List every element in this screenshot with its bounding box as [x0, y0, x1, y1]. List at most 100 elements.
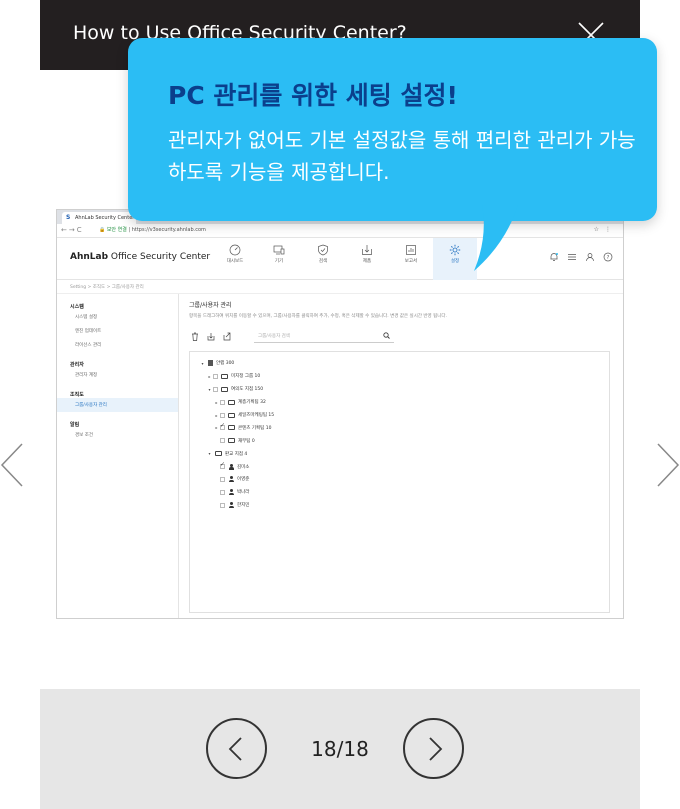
tree-node[interactable]: ▾ 판교 지점 4 [200, 447, 609, 460]
sidebar: 시스템 시스템 설정 엔진 업데이트 라이선스 관리관리자 관리자 계정조직도 그룹/사용… [57, 294, 179, 618]
tree-checkbox[interactable] [220, 489, 225, 495]
tree-node[interactable]: ▸ 미지정 그룹 10 [200, 370, 609, 383]
chevron-left-icon[interactable] [0, 443, 24, 487]
menu-item-2[interactable]: 검색 [301, 238, 345, 280]
sidebar-section-title: 관리자 [70, 362, 84, 368]
tree-checkbox[interactable] [213, 373, 218, 379]
sidebar-section-title: 시스템 [70, 304, 84, 310]
callout-tail [474, 205, 518, 271]
tree-checkbox[interactable] [220, 438, 225, 444]
tree-node-label: 계층기획팀 32 [238, 400, 266, 406]
folder-icon [228, 412, 235, 418]
menu-item-0[interactable]: 대시보드 [213, 238, 257, 280]
tree-checkbox[interactable] [220, 412, 225, 418]
org-tree: ▾ 안랩 300 ▸ 미지정 그룹 10 ▾ 여의도 지점 150 ▸ 계층기획팀 32 ▸ 세일… [189, 351, 610, 613]
tree-node[interactable]: 재무팀 0 [200, 434, 609, 447]
tree-checkbox[interactable] [220, 399, 225, 405]
menu-item-label: 기기 [274, 259, 284, 264]
tree-toggle-icon[interactable]: ▸ [214, 425, 219, 430]
tree-node-label: 김미소 [237, 464, 250, 470]
folder-icon [228, 399, 235, 405]
tree-node[interactable]: ▾ 안랩 300 [200, 357, 609, 370]
tree-node[interactable]: 한지민 [200, 499, 609, 512]
tree-node-label: 재무팀 0 [238, 438, 255, 444]
app-screenshot: S AhnLab Security Center ←→C 🔒 보안 연결 | h… [56, 209, 624, 619]
menu-item-3[interactable]: 제품 [345, 238, 389, 280]
sidebar-item[interactable]: 그룹/사용자 관리 [57, 398, 178, 412]
callout-description: 관리자가 없어도 기본 설정값을 통해 편리한 관리가 가능하도록 기능을 제공… [168, 128, 636, 184]
callout-bubble: PC 관리를 위한 세팅 설정! 관리자가 없어도 기본 설정값을 통해 편리한… [128, 38, 657, 221]
tree-node-label: 한지민 [237, 503, 250, 509]
tree-node[interactable]: ▸ 콘텐츠 기획팀 10 [200, 421, 609, 434]
import-icon[interactable] [207, 332, 215, 341]
tree-checkbox[interactable] [220, 502, 225, 508]
tree-toggle-icon[interactable]: ▸ [214, 413, 219, 418]
chevron-right-icon[interactable] [656, 443, 680, 487]
dashboard-icon [229, 244, 241, 256]
tree-node-label: 미지정 그룹 10 [231, 374, 261, 380]
sidebar-item[interactable]: 경보 조건 [57, 428, 178, 442]
sidebar-item[interactable]: 시스템 설정 [57, 310, 178, 324]
app-header: AhnLab Office Security Center 대시보드 기기 검색 제품… [57, 238, 623, 280]
app-header-icons: ? [549, 252, 613, 262]
browser-tab: S AhnLab Security Center [62, 212, 136, 224]
bell-icon[interactable] [549, 252, 559, 262]
sidebar-section-title: 조직도 [70, 392, 84, 398]
pager: 18/18 [40, 689, 640, 809]
tree-node-label: 세일즈마케팅팀 15 [238, 413, 275, 418]
url-text: https://v3security.ahnlab.com [131, 227, 206, 233]
tree-toggle-icon[interactable]: ▾ [207, 451, 212, 456]
tree-node-label: 판교 지점 4 [225, 451, 248, 457]
tree-toggle-icon[interactable]: ▾ [207, 387, 212, 392]
tree-checkbox[interactable] [220, 476, 225, 482]
browser-url: 🔒 보안 연결 | https://v3security.ahnlab.com [99, 227, 206, 233]
menu-item-label: 검색 [318, 259, 328, 264]
tree-checkbox[interactable] [220, 461, 225, 470]
menu-item-4[interactable]: 보고서 [389, 238, 433, 280]
help-icon[interactable]: ? [603, 252, 613, 262]
tree-node-label: 안랩 300 [216, 361, 235, 367]
tree-checkbox[interactable] [220, 422, 225, 431]
tree-checkbox[interactable] [213, 386, 218, 392]
user-icon [228, 502, 234, 509]
tree-toggle-icon[interactable]: ▾ [200, 361, 205, 366]
chevron-left-icon [228, 737, 242, 761]
user-icon [228, 463, 234, 470]
gear-icon [449, 244, 461, 256]
folder-icon [221, 373, 228, 379]
sidebar-item[interactable]: 관리자 계정 [57, 368, 178, 382]
search-input[interactable]: 그룹/사용자 검색 [254, 330, 394, 343]
tree-toggle-icon[interactable]: ▸ [207, 374, 212, 379]
tree-node[interactable]: ▸ 계층기획팀 32 [200, 396, 609, 409]
shield-check-icon [318, 244, 328, 256]
lock-icon: 🔒 [99, 227, 106, 233]
tree-node-label: 여의도 지점 150 [231, 387, 264, 393]
search-icon[interactable] [383, 332, 390, 339]
tree-node[interactable]: ▾ 여의도 지점 150 [200, 383, 609, 396]
sidebar-item[interactable]: 엔진 업데이트 [57, 324, 178, 338]
tree-node-label: 콘텐츠 기획팀 10 [238, 425, 272, 431]
previous-button[interactable] [206, 718, 267, 779]
building-icon [208, 360, 213, 367]
trash-icon[interactable] [191, 332, 199, 341]
app-body: 시스템 시스템 설정 엔진 업데이트 라이선스 관리 관리자 관리자 계정 조직도 그룹/사용… [57, 294, 623, 618]
app-title: AhnLab Office Security Center [70, 252, 211, 262]
user-icon[interactable] [585, 252, 595, 262]
page-title: 그룹/사용자 관리 [189, 302, 232, 309]
tree-node[interactable]: ▸ 세일즈마케팅팀 15 [200, 409, 609, 422]
next-button[interactable] [403, 718, 464, 779]
menu-item-1[interactable]: 기기 [257, 238, 301, 280]
sidebar-item[interactable]: 라이선스 관리 [57, 338, 178, 352]
page-counter: 18/18 [311, 737, 369, 761]
list-icon[interactable] [567, 252, 577, 262]
tree-node[interactable]: 이영준 [200, 473, 609, 486]
export-icon[interactable] [223, 332, 231, 341]
folder-icon [221, 386, 228, 392]
menu-item-label: 제품 [362, 259, 372, 264]
app-menu: 대시보드 기기 검색 제품 보고서 설정 [213, 238, 477, 280]
tree-node[interactable]: 김미소 [200, 460, 609, 473]
tree-node[interactable]: 박나라 [200, 486, 609, 499]
tree-toggle-icon[interactable]: ▸ [214, 400, 219, 405]
ahnlab-favicon-icon: S [66, 214, 71, 221]
tree-node-label: 박나라 [237, 490, 250, 496]
